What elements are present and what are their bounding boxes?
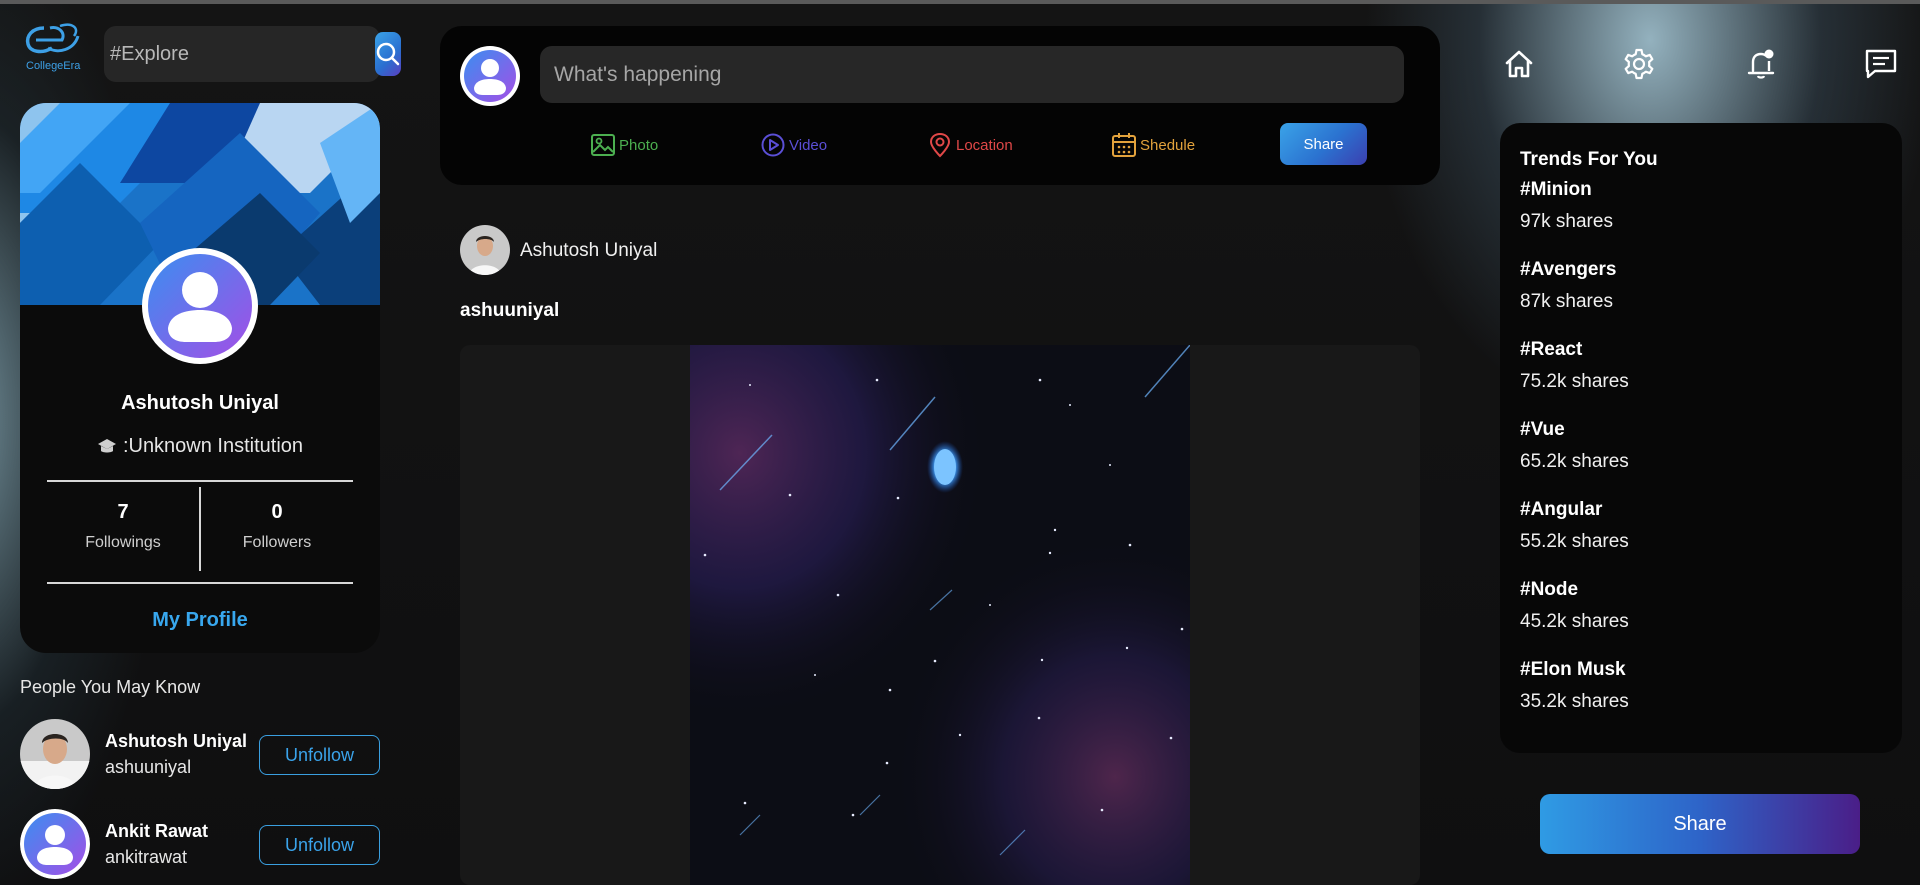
person-name: Ankit Rawat	[105, 821, 209, 841]
photo-icon	[591, 134, 615, 156]
avatar[interactable]	[20, 719, 90, 789]
notifications-button[interactable]	[1741, 44, 1781, 84]
trend-tag: #Avengers	[1520, 259, 1617, 280]
whats-happening-input[interactable]	[540, 46, 1404, 103]
schedule-option[interactable]: Shedule	[1111, 130, 1195, 160]
search-button[interactable]	[375, 32, 401, 76]
stats-bottom-divider	[47, 582, 353, 584]
trend-tag: #Elon Musk	[1520, 659, 1626, 680]
home-button[interactable]	[1499, 44, 1539, 84]
post-image[interactable]	[460, 345, 1420, 885]
location-option[interactable]: Location	[927, 130, 1013, 160]
author-photo	[460, 225, 510, 275]
settings-button[interactable]	[1619, 44, 1659, 84]
post-composer: Photo Video Location Shedule Share	[440, 26, 1440, 185]
default-avatar-icon	[20, 809, 90, 879]
location-label: Location	[956, 136, 1013, 154]
followers-label: Followers	[242, 534, 312, 551]
trend-tag: #Angular	[1520, 499, 1603, 520]
search-bar	[104, 26, 401, 82]
composer-share-button[interactable]: Share	[1280, 123, 1367, 165]
avatar[interactable]	[20, 809, 90, 879]
followings-label: Followings	[85, 534, 161, 551]
followings-stat[interactable]: 7 Followings	[47, 481, 199, 577]
trends-panel: Trends For You #Minion 97k shares #Aveng…	[1500, 123, 1902, 753]
profile-institution: :Unknown Institution	[20, 435, 380, 458]
photo-label: Photo	[619, 136, 659, 154]
post-author-name[interactable]: Ashutosh Uniyal	[520, 240, 657, 262]
space-artwork-image	[690, 345, 1190, 885]
profile-stats: 7 Followings 0 Followers	[47, 481, 353, 577]
post-caption: ashuuniyal	[460, 300, 560, 321]
trend-shares: 97k shares	[1520, 211, 1613, 232]
window-top-border	[0, 0, 1920, 4]
unfollow-button[interactable]: Unfollow	[259, 825, 380, 865]
trend-item[interactable]: #React 75.2k shares	[1520, 339, 1629, 393]
trend-item[interactable]: #Avengers 87k shares	[1520, 259, 1616, 313]
my-profile-link[interactable]: My Profile	[20, 609, 380, 632]
trend-shares: 87k shares	[1520, 291, 1613, 312]
gear-icon	[1624, 48, 1654, 80]
trends-title: Trends For You	[1520, 149, 1658, 170]
profile-card: Ashutosh Uniyal :Unknown Institution 7 F…	[20, 103, 380, 653]
trend-tag: #Node	[1520, 579, 1579, 600]
followers-count: 0	[271, 501, 283, 523]
followings-count: 7	[117, 501, 129, 523]
graduation-cap-icon	[97, 438, 116, 452]
trend-shares: 45.2k shares	[1520, 611, 1629, 632]
notification-bell-icon	[1747, 49, 1775, 79]
search-icon	[376, 42, 400, 66]
share-button[interactable]: Share	[1540, 794, 1860, 854]
trend-shares: 75.2k shares	[1520, 371, 1629, 392]
composer-avatar[interactable]	[460, 46, 520, 106]
search-input[interactable]	[104, 26, 375, 82]
profile-avatar[interactable]	[140, 246, 260, 366]
trend-item[interactable]: #Elon Musk 35.2k shares	[1520, 659, 1629, 713]
followers-stat[interactable]: 0 Followers	[201, 481, 353, 577]
trend-item[interactable]: #Node 45.2k shares	[1520, 579, 1629, 633]
message-icon	[1865, 49, 1897, 79]
trend-item[interactable]: #Vue 65.2k shares	[1520, 419, 1629, 473]
unfollow-button[interactable]: Unfollow	[259, 735, 380, 775]
person-photo	[20, 719, 90, 789]
trend-shares: 35.2k shares	[1520, 691, 1629, 712]
video-label: Video	[789, 136, 828, 154]
schedule-label: Shedule	[1140, 136, 1196, 154]
person-username: ashuuniyal	[105, 757, 192, 777]
institution-label: :Unknown Institution	[122, 435, 304, 457]
home-icon	[1505, 50, 1533, 78]
people-you-may-know-title: People You May Know	[20, 677, 201, 697]
list-item: Ankit Rawat ankitrawat Unfollow	[20, 809, 380, 881]
calendar-icon	[1112, 133, 1136, 157]
trend-shares: 65.2k shares	[1520, 451, 1629, 472]
photo-option[interactable]: Photo	[590, 130, 658, 160]
trend-shares: 55.2k shares	[1520, 531, 1629, 552]
logo-text: CollegeEra	[26, 60, 81, 72]
logo-mark-icon	[25, 23, 80, 54]
trend-item[interactable]: #Minion 97k shares	[1520, 179, 1613, 233]
trend-tag: #Minion	[1520, 179, 1592, 200]
video-icon	[761, 133, 785, 157]
person-username: ankitrawat	[105, 847, 188, 867]
list-item: Ashutosh Uniyal ashuuniyal Unfollow	[20, 719, 380, 791]
video-option[interactable]: Video	[760, 130, 827, 160]
profile-name: Ashutosh Uniyal	[121, 392, 279, 414]
messages-button[interactable]	[1861, 44, 1901, 84]
collegeera-logo[interactable]: CollegeEra	[22, 22, 86, 74]
trend-tag: #Vue	[1520, 419, 1565, 440]
person-name: Ashutosh Uniyal	[105, 731, 248, 751]
location-icon	[929, 132, 951, 158]
trend-item[interactable]: #Angular 55.2k shares	[1520, 499, 1629, 553]
trend-tag: #React	[1520, 339, 1583, 360]
post-author-avatar[interactable]	[460, 225, 510, 275]
